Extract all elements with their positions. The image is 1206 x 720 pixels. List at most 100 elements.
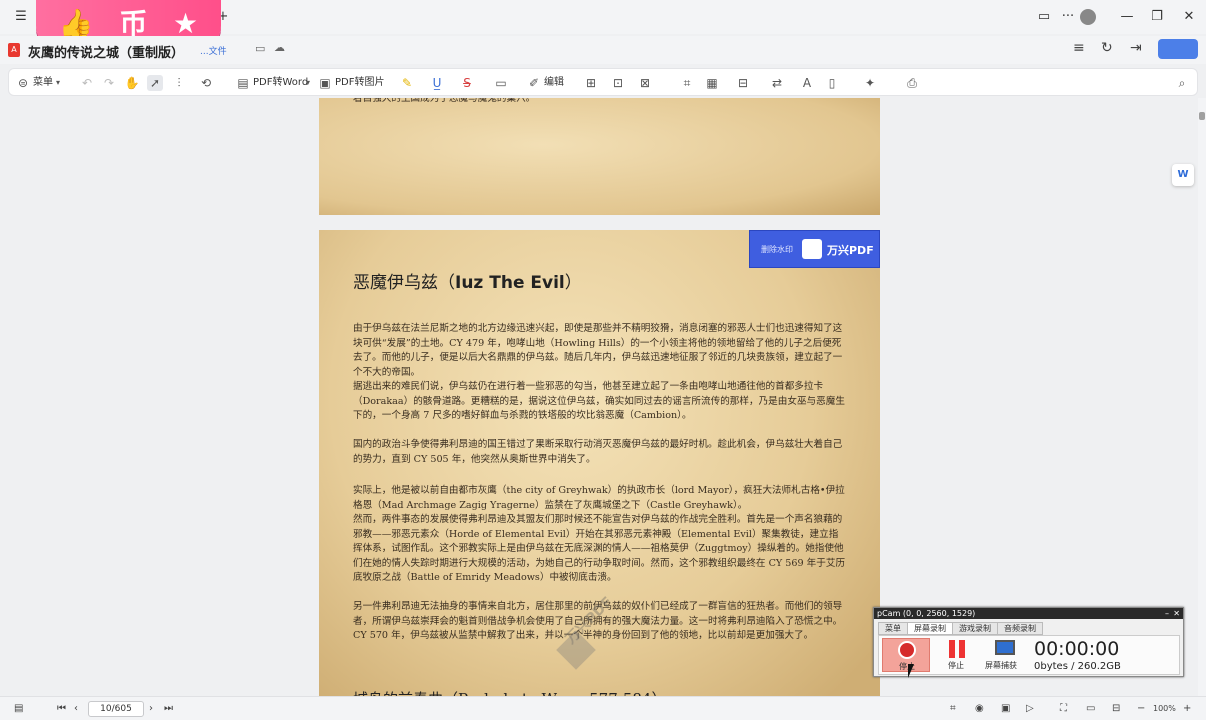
zoom-in-icon[interactable]: + <box>1183 701 1191 717</box>
zoom-level[interactable]: 100% <box>1153 701 1176 717</box>
upgrade-button[interactable] <box>1158 39 1198 59</box>
folder-icon[interactable]: ▭ <box>1033 6 1055 28</box>
image-icon[interactable]: ⊠ <box>637 75 653 91</box>
pdf-page-current: 恶魔伊乌兹（Iuz The Evil） 由于伊乌兹在法兰尼斯之地的北方边缘迅速兴… <box>319 230 880 696</box>
close-button[interactable]: ✕ <box>1178 6 1200 28</box>
pause-label: 停止 <box>948 661 964 670</box>
pdf-to-word-icon: ▤ <box>237 76 249 90</box>
page-number-input[interactable]: 10/605 <box>88 701 144 717</box>
prev-page-icon[interactable]: ‹ <box>74 701 78 717</box>
zoom-out-icon[interactable]: − <box>1137 701 1145 717</box>
edit-icon: ✐ <box>528 76 540 90</box>
search-icon[interactable]: ⌕ <box>1174 75 1190 91</box>
coin-icon[interactable]: 币 <box>119 10 147 38</box>
eye-icon[interactable]: ◉ <box>975 701 984 717</box>
stop-record-button[interactable]: 停止 <box>882 638 930 672</box>
document-title[interactable]: 灰鹰的传说之城（重制版） <box>28 42 184 61</box>
print-icon[interactable]: ⎙ <box>904 75 920 91</box>
menu-icon: ⊜ <box>17 76 29 90</box>
recorder-tabs: 菜单 屏幕录制 游戏录制 音频录制 <box>878 622 1043 635</box>
remove-watermark-badge[interactable]: 删除水印 万兴PDF <box>749 230 880 268</box>
page1-text: 着自强大的王国成为了恶魔与魔鬼的巢穴。 <box>353 98 536 104</box>
highlighter-icon[interactable]: ✎ <box>399 75 415 91</box>
star-icon[interactable]: ★ <box>173 10 198 38</box>
strikethrough-icon[interactable]: S̶ <box>459 75 475 91</box>
minimize-button[interactable]: — <box>1116 6 1138 28</box>
crop-view-icon[interactable]: ⌗ <box>950 701 956 717</box>
avatar[interactable] <box>1080 9 1096 25</box>
underline-icon[interactable]: U̲ <box>429 75 445 91</box>
restore-button[interactable]: ❐ <box>1146 6 1168 28</box>
font-icon[interactable]: A <box>799 75 815 91</box>
hamburger-icon[interactable]: ≡ <box>1073 40 1085 56</box>
monitor-icon <box>995 640 1015 655</box>
heading-en: Iuz The Evil <box>455 273 565 293</box>
play-icon[interactable]: ▷ <box>1026 701 1034 717</box>
ai-icon[interactable]: ✦ <box>862 75 878 91</box>
pdf-file-icon: A <box>8 43 20 57</box>
paragraph: 国内的政治斗争使得弗利昂迪的国王错过了果断采取行动消灭恶魔伊乌兹的最好时机。趁此… <box>353 439 843 465</box>
textbox-icon[interactable]: ▭ <box>493 75 509 91</box>
more-icon[interactable]: ··· <box>1057 6 1079 28</box>
screen-capture-label: 屏幕捕获 <box>985 661 1017 670</box>
paragraph: 据逃出来的难民们说，伊乌兹仍在进行着一些邪恶的勾当，他甚至建立起了一条由咆哮山地… <box>353 381 845 422</box>
recorder-body: 停止 停止 屏幕捕获 00:00:00 0bytes / 260.2GB <box>878 635 1180 675</box>
hand-tool-icon[interactable]: ✋ <box>124 75 140 91</box>
app-menu-icon[interactable]: ☰ <box>10 6 32 28</box>
recorder-title: pCam (0, 0, 2560, 1529) <box>874 608 1183 619</box>
record-icon <box>898 641 916 659</box>
edit-button[interactable]: 编辑 <box>544 74 564 92</box>
record-timer: 00:00:00 <box>1034 638 1120 660</box>
recorder-tab-menu[interactable]: 菜单 <box>878 622 908 635</box>
redo-icon[interactable]: ↷ <box>101 75 117 91</box>
sync-icon[interactable]: ↻ <box>1101 40 1113 56</box>
pdf-to-image-button[interactable]: PDF转图片 <box>335 74 384 92</box>
remove-watermark-link[interactable]: 删除水印 <box>761 244 793 255</box>
fit-page-icon[interactable]: ⛶ <box>1060 701 1067 717</box>
single-page-icon[interactable]: ⊟ <box>1112 701 1120 717</box>
recorder-tab-screen[interactable]: 屏幕录制 <box>907 622 953 635</box>
fit-width-icon[interactable]: ▣ <box>1001 701 1010 717</box>
pdf-to-word-chevron-icon[interactable]: ▾ <box>300 75 316 91</box>
cloud-upload-icon[interactable]: ☁ <box>274 41 285 54</box>
paragraph: 由于伊乌兹在法兰尼斯之地的北方边缘迅速兴起，即使是那些并不精明狡猾，消息闭塞的邪… <box>353 323 843 378</box>
recorder-tab-game[interactable]: 游戏录制 <box>952 622 998 635</box>
next-page-icon[interactable]: › <box>149 701 153 717</box>
page-heading: 恶魔伊乌兹（Iuz The Evil） <box>353 268 582 293</box>
split-icon[interactable]: ⫶ <box>171 75 187 91</box>
next-heading: 城岛的前奏曲（Prelude to Wars, 577-584） <box>353 688 666 696</box>
main-toolbar: ⊜ 菜单 ▾ ↶ ↷ ✋ ➚ ⫶ ⟲ ▤ PDF转Word ▾ ▣ PDF转图片… <box>8 68 1198 96</box>
document-tab-bar: A 灰鹰的传说之城（重制版） ...文件 ▭ ☁ ≡ ↻ ⇥ <box>0 36 1206 64</box>
screen-capture-button[interactable]: 屏幕捕获 <box>983 638 1025 672</box>
last-page-icon[interactable]: ⏭ <box>164 701 173 717</box>
menu-chevron-icon[interactable]: ▾ <box>50 75 66 91</box>
select-tool-icon[interactable]: ➚ <box>147 75 163 91</box>
word-float-icon[interactable]: W <box>1172 164 1194 186</box>
insert-text-icon[interactable]: ⊞ <box>583 75 599 91</box>
vertical-scrollbar[interactable] <box>1198 98 1206 696</box>
thumbs-up-icon[interactable]: 👍 <box>59 10 94 38</box>
pdf-to-image-icon: ▣ <box>319 76 331 90</box>
cloud-tag[interactable]: ...文件 <box>200 44 227 57</box>
ocr-icon[interactable]: ⌗ <box>679 75 695 91</box>
recorder-tab-audio[interactable]: 音频录制 <box>997 622 1043 635</box>
paragraph: 实际上，他是被以前自由都市灰鹰（the city of Greyhwak）的执政… <box>353 485 845 511</box>
record-size: 0bytes / 260.2GB <box>1034 661 1121 672</box>
share-icon[interactable]: ⇥ <box>1130 40 1142 56</box>
scroll-thumb[interactable] <box>1199 112 1205 120</box>
rotate-icon[interactable]: ⟲ <box>198 75 214 91</box>
two-page-icon[interactable]: ▭ <box>1086 701 1095 717</box>
recorder-minimize-icon[interactable]: – <box>1165 608 1169 619</box>
recorder-close-icon[interactable]: ✕ <box>1173 608 1180 619</box>
status-bar: ▤ ⏮ ‹ 10/605 › ⏭ ⌗ ◉ ▣ ▷ ⛶ ▭ ⊟ − 100% + <box>0 696 1206 720</box>
folder-open-icon[interactable]: ▭ <box>255 42 265 55</box>
translate-icon[interactable]: ⇄ <box>769 75 785 91</box>
pause-button[interactable]: 停止 <box>937 638 977 672</box>
first-page-icon[interactable]: ⏮ <box>57 701 66 717</box>
page-icon[interactable]: ▯ <box>824 75 840 91</box>
undo-icon[interactable]: ↶ <box>79 75 95 91</box>
crop-icon[interactable]: ⊟ <box>735 75 751 91</box>
text-field-icon[interactable]: ⊡ <box>610 75 626 91</box>
sidebar-toggle-icon[interactable]: ▤ <box>14 701 23 717</box>
table-icon[interactable]: ▦ <box>704 75 720 91</box>
